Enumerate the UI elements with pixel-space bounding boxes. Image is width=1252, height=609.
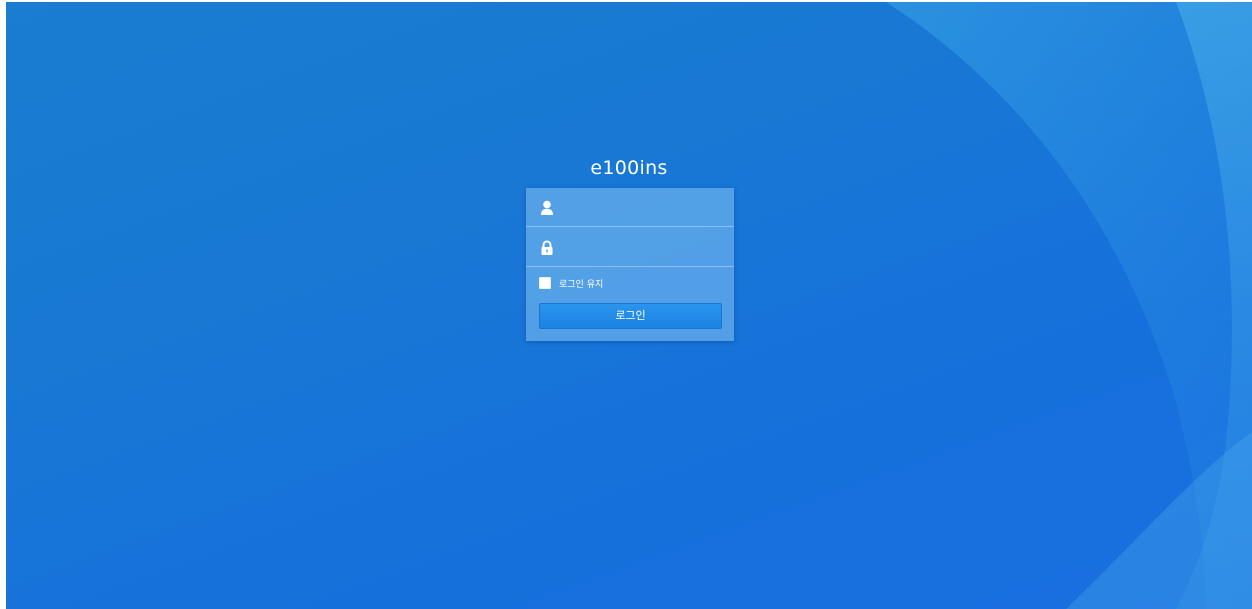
app-title: e100ins [590,157,668,179]
remember-me-label: 로그인 유지 [559,279,604,290]
login-button[interactable]: 로그인 [539,303,722,329]
password-input[interactable] [562,234,730,262]
remember-me-checkbox[interactable] [539,277,551,289]
password-field-row [526,228,734,267]
username-field-row [526,188,734,227]
username-input[interactable] [562,194,730,222]
lock-icon [541,240,553,255]
remember-me-row[interactable]: 로그인 유지 [539,275,603,291]
user-icon [541,200,553,215]
login-screen: e100ins 로그인 유지 로그인 [6,2,1252,609]
login-panel: 로그인 유지 로그인 [526,188,734,341]
